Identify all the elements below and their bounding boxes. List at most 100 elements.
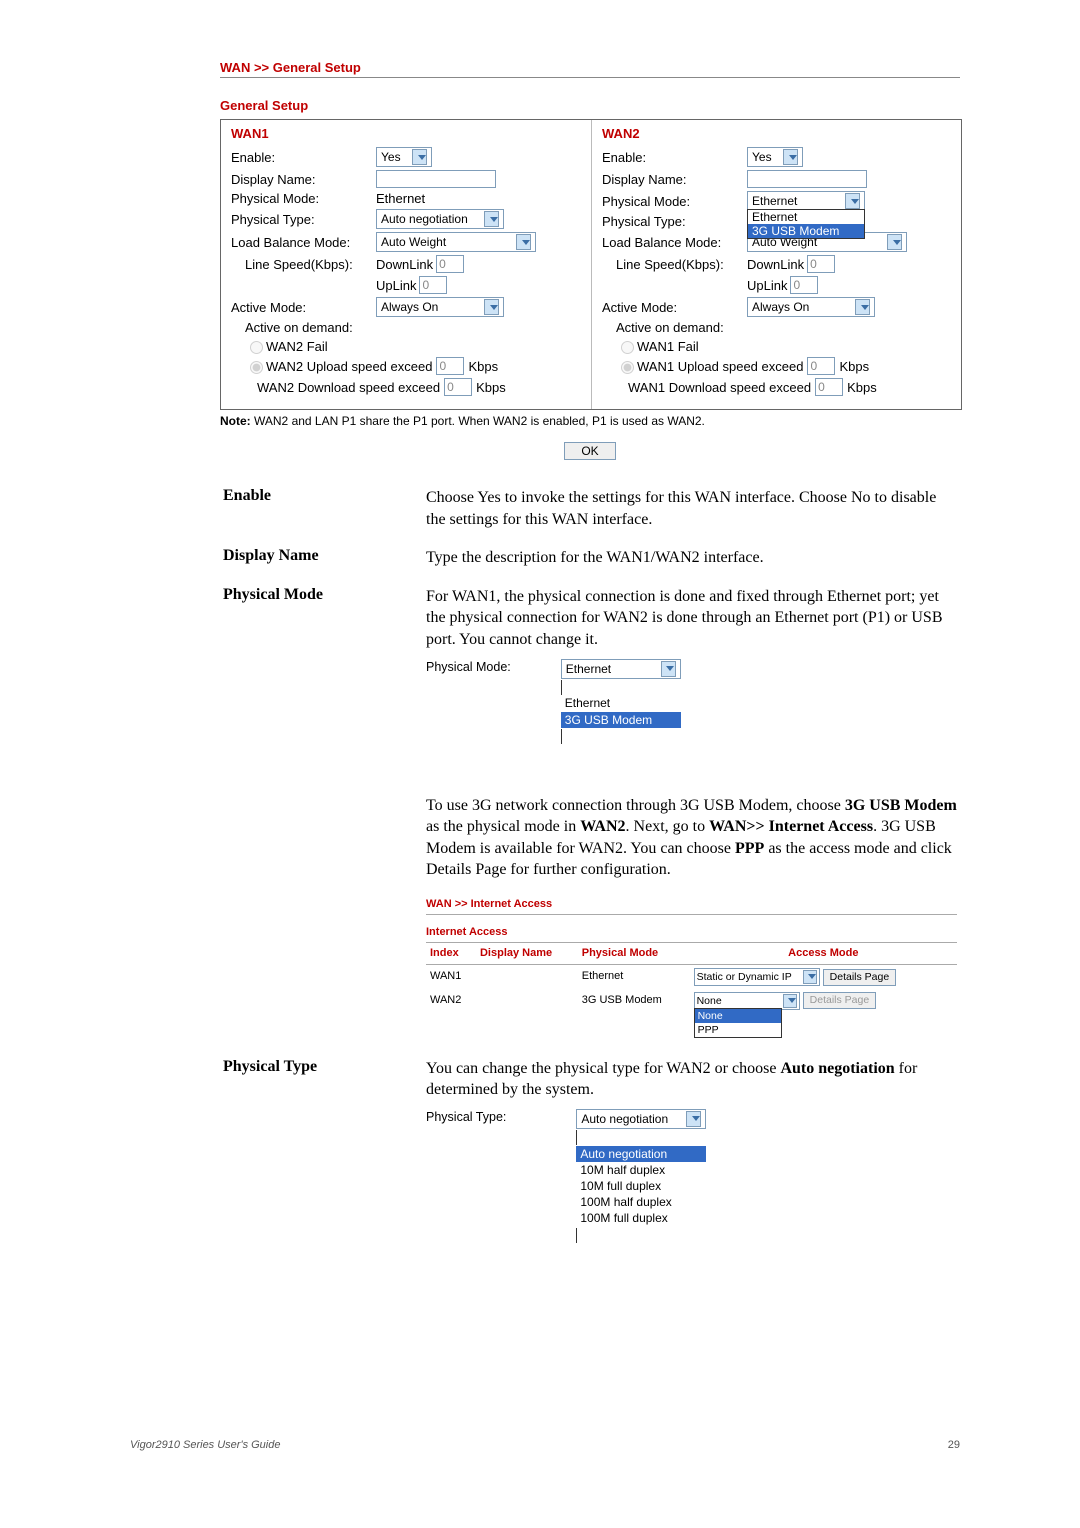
wan1-enable-select[interactable]: Yes xyxy=(376,147,432,167)
wan2-phys-mode-select[interactable]: Ethernet Ethernet 3G USB Modem xyxy=(747,191,865,211)
wan2-phys-type-label: Physical Type: xyxy=(602,214,747,229)
wan2-upload-exceed-label: WAN1 Upload speed exceed xyxy=(637,359,803,374)
ia-wan1-details-button[interactable]: Details Page xyxy=(823,969,897,986)
wan2-head: WAN2 xyxy=(602,126,951,141)
wan2-uplink-input[interactable] xyxy=(790,276,818,294)
wan2-upload-exceed-radio[interactable] xyxy=(621,361,634,374)
internet-access-shot: WAN >> Internet Access Internet Access I… xyxy=(426,897,957,1041)
def-display-name-term: Display Name xyxy=(222,546,423,583)
wan2-download-exceed-input[interactable] xyxy=(815,378,843,396)
ia-col-access-mode: Access Mode xyxy=(690,942,957,964)
wan2-enable-label: Enable: xyxy=(602,150,747,165)
wan1-lbm-select[interactable]: Auto Weight xyxy=(376,232,536,252)
wan1-downlink-label: DownLink xyxy=(376,257,433,272)
wan1-phys-mode-label: Physical Mode: xyxy=(231,191,376,206)
wan1-active-mode-label: Active Mode: xyxy=(231,300,376,315)
phys-type-shot-dropdown[interactable]: Auto negotiation Auto negotiation 10M ha… xyxy=(576,1109,706,1244)
wan1-phys-type-select[interactable]: Auto negotiation xyxy=(376,209,504,229)
footer-left: Vigor2910 Series User's Guide xyxy=(130,1439,280,1451)
def-display-name-desc: Type the description for the WAN1/WAN2 i… xyxy=(425,546,958,583)
wan1-download-exceed-label: WAN2 Download speed exceed xyxy=(257,380,440,395)
general-setup-panel: WAN1 Enable: Yes Display Name: Physical … xyxy=(220,119,962,410)
wan2-downlink-input[interactable] xyxy=(807,255,835,273)
wan1-active-mode-select[interactable]: Always On xyxy=(376,297,504,317)
definitions-table: Enable Choose Yes to invoke the settings… xyxy=(220,484,960,1349)
def-enable-desc: Choose Yes to invoke the settings for th… xyxy=(425,486,958,544)
wan1-upload-exceed-radio[interactable] xyxy=(250,361,263,374)
ia-wan2-opt-none[interactable]: None xyxy=(695,1009,781,1023)
wan2-active-mode-label: Active Mode: xyxy=(602,300,747,315)
section-title: General Setup xyxy=(220,98,960,113)
wan1-aod-label: Active on demand: xyxy=(231,320,581,335)
ia-wan2-opt-ppp[interactable]: PPP xyxy=(695,1023,781,1037)
wan2-display-name-input[interactable] xyxy=(747,170,867,188)
wan1-wan2fail-radio[interactable] xyxy=(250,341,263,354)
ok-button[interactable]: OK xyxy=(564,442,615,460)
ia-section-title: Internet Access xyxy=(426,925,957,940)
wan2-display-name-label: Display Name: xyxy=(602,172,747,187)
wan1-enable-label: Enable: xyxy=(231,150,376,165)
chevron-down-icon xyxy=(808,974,816,979)
phys-type-opt-10half[interactable]: 10M half duplex xyxy=(576,1162,706,1178)
ia-col-index: Index xyxy=(426,942,476,964)
wan2-phys-mode-option-3g[interactable]: 3G USB Modem xyxy=(748,224,864,238)
wan2-uplink-label: UpLink xyxy=(747,278,787,293)
page-footer: Vigor2910 Series User's Guide 29 xyxy=(0,1439,1080,1481)
phys-type-opt-100full[interactable]: 100M full duplex xyxy=(576,1210,706,1226)
breadcrumb: WAN >> General Setup xyxy=(220,60,960,78)
wan1-column: WAN1 Enable: Yes Display Name: Physical … xyxy=(221,120,591,409)
wan1-downlink-input[interactable] xyxy=(436,255,464,273)
def-phys-mode-desc: For WAN1, the physical connection is don… xyxy=(425,585,958,1055)
note: Note: WAN2 and LAN P1 share the P1 port.… xyxy=(220,414,960,428)
wan1-lbm-label: Load Balance Mode: xyxy=(231,235,376,250)
def-phys-type-term: Physical Type xyxy=(222,1057,423,1348)
wan2-phys-mode-label: Physical Mode: xyxy=(602,194,747,209)
footer-page-number: 29 xyxy=(948,1439,960,1451)
phys-type-opt-auto[interactable]: Auto negotiation xyxy=(576,1146,706,1162)
wan1-phys-type-label: Physical Type: xyxy=(231,212,376,227)
ia-row-wan1: WAN1 Ethernet Static or Dynamic IP Detai… xyxy=(426,964,957,989)
wan1-upload-exceed-input[interactable] xyxy=(436,357,464,375)
wan1-download-exceed-input[interactable] xyxy=(444,378,472,396)
def-enable-term: Enable xyxy=(222,486,423,544)
phys-mode-shot-opt-ethernet[interactable]: Ethernet xyxy=(561,695,681,711)
wan2-enable-select[interactable]: Yes xyxy=(747,147,803,167)
wan2-wan1fail-label: WAN1 Fail xyxy=(637,339,699,354)
wan2-wan1fail-radio[interactable] xyxy=(621,341,634,354)
wan1-head: WAN1 xyxy=(231,126,581,141)
chevron-down-icon xyxy=(522,240,530,245)
wan1-upload-exceed-label: WAN2 Upload speed exceed xyxy=(266,359,432,374)
wan2-linespeed-label: Line Speed(Kbps): xyxy=(616,257,747,272)
phys-type-opt-10full[interactable]: 10M full duplex xyxy=(576,1178,706,1194)
wan1-wan2fail-label: WAN2 Fail xyxy=(266,339,328,354)
wan1-display-name-input[interactable] xyxy=(376,170,496,188)
wan2-aod-label: Active on demand: xyxy=(602,320,951,335)
chevron-down-icon xyxy=(490,217,498,222)
def-phys-mode-term: Physical Mode xyxy=(222,585,423,1055)
ia-wan2-details-button: Details Page xyxy=(803,992,877,1009)
wan2-phys-mode-option-ethernet[interactable]: Ethernet xyxy=(748,210,864,224)
chevron-down-icon xyxy=(692,1116,700,1121)
chevron-down-icon xyxy=(861,305,869,310)
chevron-down-icon xyxy=(788,998,796,1003)
wan2-lbm-label: Load Balance Mode: xyxy=(602,235,747,250)
wan1-linespeed-label: Line Speed(Kbps): xyxy=(245,257,376,272)
wan1-uplink-input[interactable] xyxy=(419,276,447,294)
chevron-down-icon xyxy=(666,666,674,671)
phys-type-shot-label: Physical Type: xyxy=(426,1109,506,1126)
wan2-active-mode-select[interactable]: Always On xyxy=(747,297,875,317)
phys-type-opt-100half[interactable]: 100M half duplex xyxy=(576,1194,706,1210)
ia-col-display-name: Display Name xyxy=(476,942,578,964)
ia-wan1-access-mode-select[interactable]: Static or Dynamic IP xyxy=(694,968,820,986)
ia-row-wan2: WAN2 3G USB Modem None None PPP xyxy=(426,989,957,1013)
wan2-upload-exceed-input[interactable] xyxy=(807,357,835,375)
chevron-down-icon xyxy=(789,155,797,160)
phys-mode-shot-dropdown[interactable]: Ethernet Ethernet 3G USB Modem xyxy=(561,659,681,745)
chevron-down-icon xyxy=(893,240,901,245)
def-phys-type-desc: You can change the physical type for WAN… xyxy=(425,1057,958,1348)
wan2-download-exceed-label: WAN1 Download speed exceed xyxy=(628,380,811,395)
wan1-display-name-label: Display Name: xyxy=(231,172,376,187)
chevron-down-icon xyxy=(418,155,426,160)
phys-mode-shot-opt-3g[interactable]: 3G USB Modem xyxy=(561,712,681,728)
chevron-down-icon xyxy=(490,305,498,310)
